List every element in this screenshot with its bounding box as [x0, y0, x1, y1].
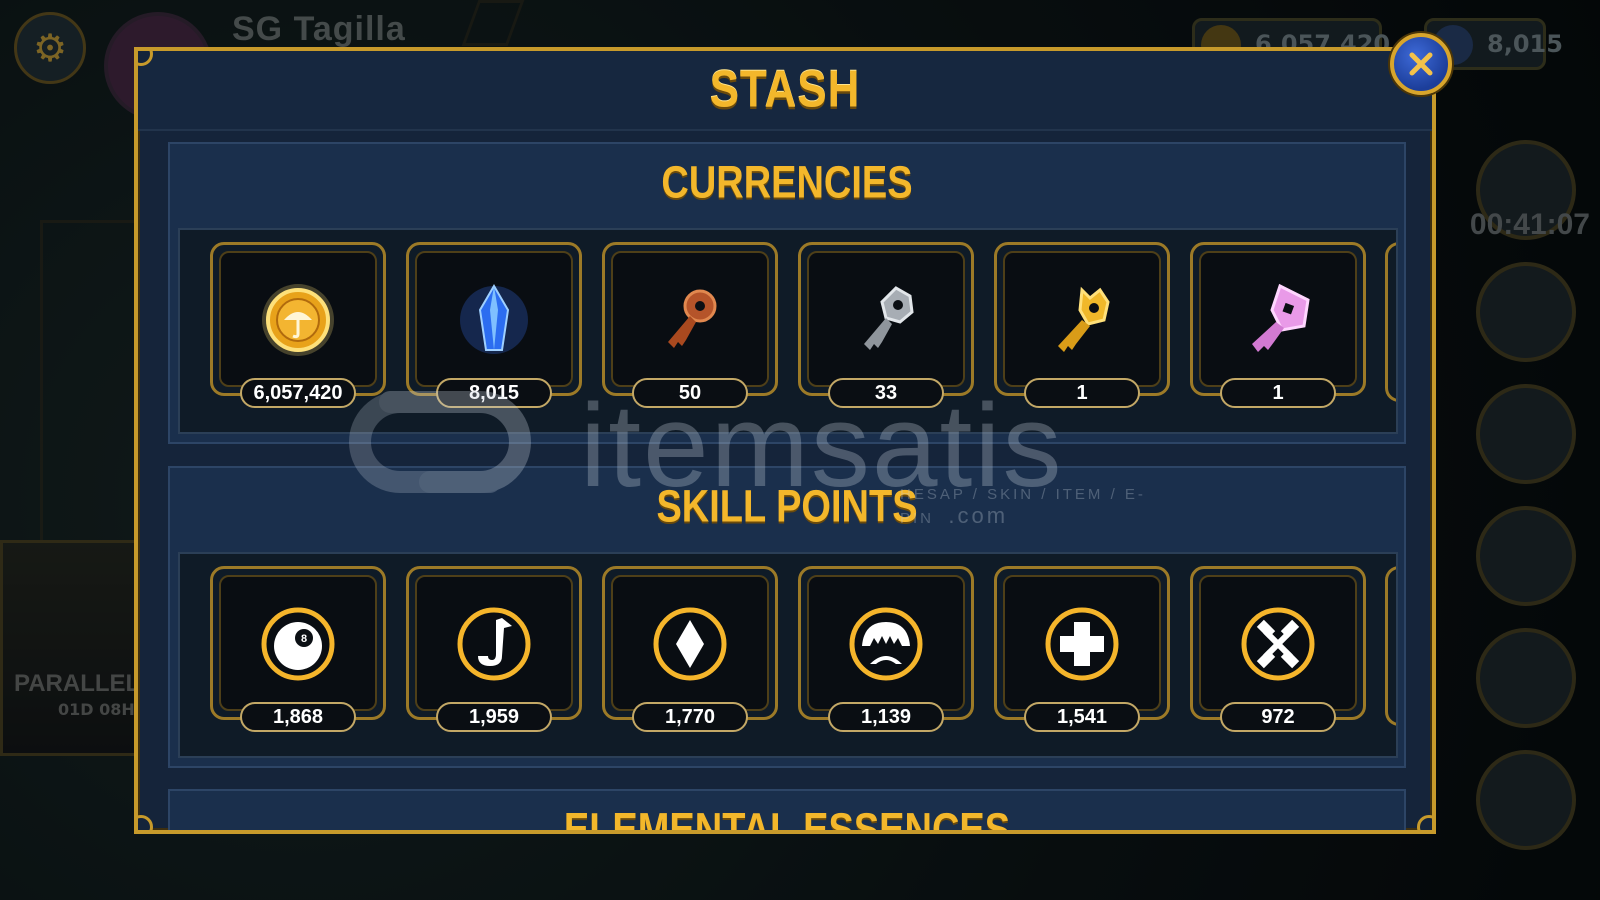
diamond-icon [653, 607, 727, 681]
hammers-icon [1241, 607, 1315, 681]
currencies-section: CURRENCIES 6,057,420 8,015 50 33 1 1 [168, 142, 1406, 444]
bomb-icon: 8 [261, 607, 335, 681]
skill-points-row[interactable]: 8 1,868 1,959 1,770 1,139 1,541 972 [178, 552, 1398, 758]
currency-amount: 1 [1220, 378, 1336, 408]
cross-icon [1045, 607, 1119, 681]
coin-icon [262, 284, 334, 356]
next-tile-edge [1385, 566, 1396, 726]
skill-amount: 1,541 [1024, 702, 1140, 732]
svg-text:8: 8 [301, 633, 307, 645]
skill-amount: 972 [1220, 702, 1336, 732]
close-icon [1409, 52, 1433, 76]
bronze-key-icon [668, 289, 717, 348]
next-tile-edge [1385, 242, 1396, 402]
currency-tile[interactable] [1190, 242, 1366, 396]
section-title: SKILL POINTS [656, 481, 918, 533]
section-title: CURRENCIES [661, 157, 913, 209]
currency-amount: 8,015 [436, 378, 552, 408]
pink-key-icon [1252, 283, 1310, 352]
currency-tile[interactable] [406, 242, 582, 396]
skill-amount: 1,868 [240, 702, 356, 732]
currency-tile[interactable] [798, 242, 974, 396]
currency-tile[interactable] [210, 242, 386, 396]
saxophone-icon [457, 607, 531, 681]
corner-ornament [138, 815, 153, 830]
currencies-row[interactable]: 6,057,420 8,015 50 33 1 1 [178, 228, 1398, 434]
skill-tile[interactable] [798, 566, 974, 720]
skill-amount: 1,139 [828, 702, 944, 732]
skill-points-section: SKILL POINTS 8 1,868 1,959 1,770 1,139 1… [168, 466, 1406, 768]
currency-amount: 1 [1024, 378, 1140, 408]
skill-tile[interactable] [1190, 566, 1366, 720]
currency-amount: 6,057,420 [240, 378, 356, 408]
skill-tile[interactable] [406, 566, 582, 720]
currency-tile[interactable] [994, 242, 1170, 396]
corner-ornament [1417, 815, 1432, 830]
currency-amount: 33 [828, 378, 944, 408]
skill-tile[interactable] [602, 566, 778, 720]
skill-tile[interactable]: 8 [210, 566, 386, 720]
close-button[interactable] [1390, 33, 1452, 95]
jaw-icon [849, 607, 923, 681]
skill-amount: 1,770 [632, 702, 748, 732]
crystal-icon [460, 284, 528, 354]
stash-window: STASH CURRENCIES 6,057,420 8,015 50 33 1… [134, 47, 1436, 834]
section-title: ELEMENTAL ESSENCES [563, 804, 1011, 834]
window-title: STASH [709, 60, 861, 119]
gold-key-icon [1058, 286, 1110, 352]
skill-tile[interactable] [994, 566, 1170, 720]
elemental-essences-section: ELEMENTAL ESSENCES [168, 789, 1406, 834]
currency-amount: 50 [632, 378, 748, 408]
silver-key-icon [864, 286, 914, 350]
currency-tile[interactable] [602, 242, 778, 396]
skill-amount: 1,959 [436, 702, 552, 732]
window-header: STASH [138, 51, 1432, 131]
